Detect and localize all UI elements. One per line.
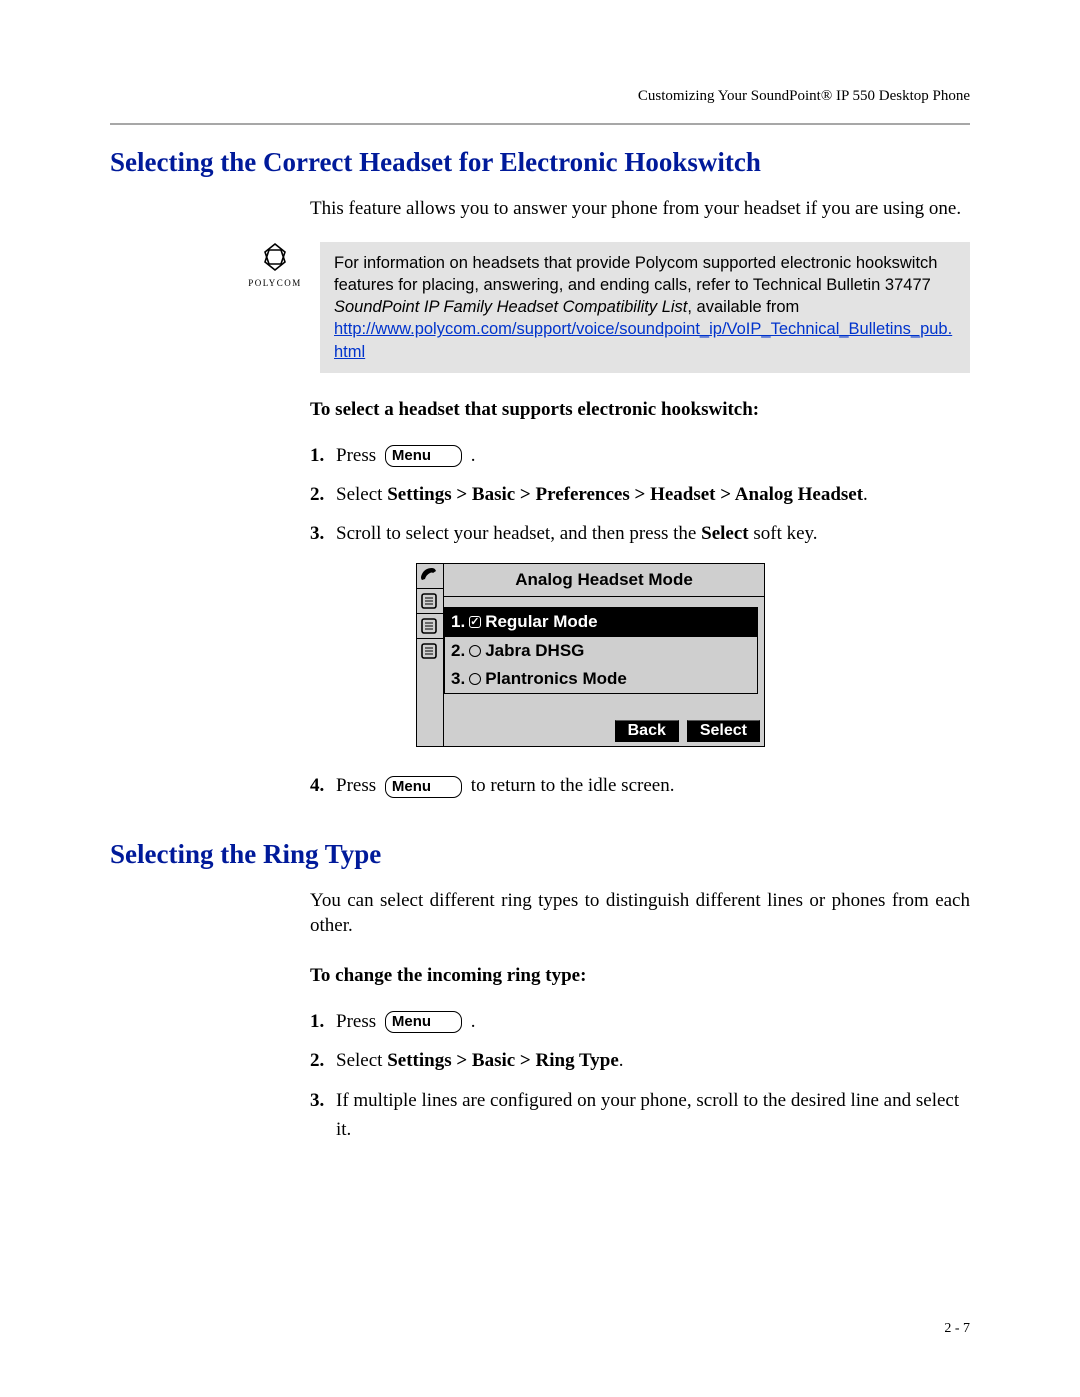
step4-post: to return to the idle screen. <box>471 775 675 796</box>
step2-bold: Settings > Basic > Preferences > Headset… <box>387 484 863 505</box>
polycom-logo: POLYCOM <box>240 242 310 288</box>
section-heading-ringtype: Selecting the Ring Type <box>110 839 970 870</box>
step-number: 1. <box>310 441 336 470</box>
note-text-1: For information on headsets that provide… <box>334 254 937 294</box>
s2-step2-pre: Select <box>336 1050 387 1071</box>
menu-key-icon: Menu <box>385 445 462 467</box>
menu-key-icon: Menu <box>385 776 462 798</box>
menu-key-icon: Menu <box>385 1011 462 1033</box>
polycom-logo-text: POLYCOM <box>240 278 310 288</box>
phone-side-icon <box>417 564 443 589</box>
phone-option-label: Jabra DHSG <box>485 638 584 664</box>
s2-step1-post: . <box>471 1011 476 1032</box>
s2-step1-pre: Press <box>336 1011 381 1032</box>
step-number: 1. <box>310 1007 336 1036</box>
section1-subheading: To select a headset that supports electr… <box>310 397 970 423</box>
phone-option-num: 3. <box>451 666 465 692</box>
phone-screen-title: Analog Headset Mode <box>444 564 764 597</box>
s2-step3: If multiple lines are configured on your… <box>336 1086 970 1145</box>
phone-option: 3. Plantronics Mode <box>445 665 757 693</box>
section2-subheading: To change the incoming ring type: <box>310 963 970 989</box>
section1-steps: 1. Press Menu . 2. Select Settings > Bas… <box>310 441 970 801</box>
divider <box>110 123 970 125</box>
softkey-back: Back <box>615 720 679 742</box>
info-note-box: For information on headsets that provide… <box>320 242 970 373</box>
radio-unchecked-icon <box>469 645 481 657</box>
step-number: 2. <box>310 1046 336 1075</box>
section1-intro: This feature allows you to answer your p… <box>310 196 970 222</box>
page: Customizing Your SoundPoint® IP 550 Desk… <box>0 0 1080 1397</box>
phone-side-icon <box>417 639 443 664</box>
s2-step2-post: . <box>619 1050 624 1071</box>
section2-intro: You can select different ring types to d… <box>310 888 970 939</box>
step3-pre: Scroll to select your headset, and then … <box>336 523 701 544</box>
section2-steps: 1. Press Menu . 2. Select Settings > Bas… <box>310 1007 970 1145</box>
radio-unchecked-icon <box>469 673 481 685</box>
phone-option-num: 2. <box>451 638 465 664</box>
step-number: 3. <box>310 1086 336 1115</box>
section-heading-hookswitch: Selecting the Correct Headset for Electr… <box>110 147 970 178</box>
phone-option-selected: 1. Regular Mode <box>445 608 757 636</box>
page-number: 2 - 7 <box>944 1321 970 1337</box>
step4-pre: Press <box>336 775 381 796</box>
step1-pre: Press <box>336 445 381 466</box>
phone-screen-figure: Analog Headset Mode 1. Regular Mode <box>416 563 765 747</box>
phone-side-icons <box>417 564 444 746</box>
phone-option: 2. Jabra DHSG <box>445 637 757 665</box>
note-text-2: , available from <box>687 298 799 316</box>
step2-post: . <box>863 484 868 505</box>
s2-step2-bold: Settings > Basic > Ring Type <box>387 1050 619 1071</box>
note-link[interactable]: http://www.polycom.com/support/voice/sou… <box>334 320 952 360</box>
step2-pre: Select <box>336 484 387 505</box>
step-number: 4. <box>310 771 336 800</box>
phone-option-list: 1. Regular Mode 2. Jabra DHSG <box>444 607 758 694</box>
running-header: Customizing Your SoundPoint® IP 550 Desk… <box>110 88 970 105</box>
info-note: POLYCOM For information on headsets that… <box>110 242 970 373</box>
step3-bold: Select <box>701 523 748 544</box>
phone-option-label: Plantronics Mode <box>485 666 627 692</box>
polycom-logo-glyph <box>240 242 310 278</box>
phone-option-num: 1. <box>451 609 465 635</box>
step3-post: soft key. <box>749 523 818 544</box>
softkey-select: Select <box>687 720 760 742</box>
note-italic: SoundPoint IP Family Headset Compatibili… <box>334 298 687 316</box>
step-number: 3. <box>310 519 336 548</box>
checkbox-checked-icon <box>469 616 481 628</box>
phone-side-icon <box>417 614 443 639</box>
phone-option-label: Regular Mode <box>485 609 597 635</box>
step1-post: . <box>471 445 476 466</box>
phone-side-icon <box>417 589 443 614</box>
step-number: 2. <box>310 480 336 509</box>
